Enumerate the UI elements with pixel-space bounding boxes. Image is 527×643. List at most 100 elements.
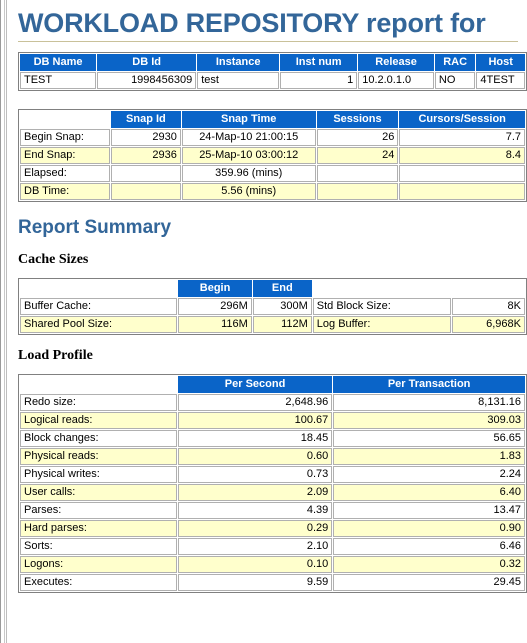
cell-row-label: Begin Snap: — [20, 129, 110, 146]
cell-metric-label: Physical writes: — [20, 466, 177, 483]
cell-cursors — [399, 165, 525, 182]
cell-metric-label: Logons: — [20, 556, 177, 573]
cell-per-transaction: 29.45 — [333, 574, 525, 591]
table-row: Shared Pool Size: 116M 112M Log Buffer: … — [20, 316, 525, 333]
cell-metric-label: Hard parses: — [20, 520, 177, 537]
cell-per-transaction: 8,131.16 — [333, 394, 525, 411]
cell-begin: 296M — [178, 298, 252, 315]
col-metric-label — [20, 376, 177, 393]
cell-secondary-value: 6,968K — [452, 316, 525, 333]
cell-instance: test — [197, 72, 280, 89]
col-instance: Instance — [197, 54, 280, 71]
cell-per-transaction: 0.32 — [333, 556, 525, 573]
cell-per-second: 0.10 — [177, 556, 333, 573]
col-snapshot-label — [20, 111, 110, 128]
col-rac: RAC — [434, 54, 476, 71]
col-release: Release — [358, 54, 434, 71]
table-row: End Snap: 2936 25-Map-10 03:00:12 24 8.4 — [20, 147, 525, 164]
cell-metric-label: Redo size: — [20, 394, 177, 411]
cell-sessions: 26 — [316, 129, 399, 146]
cell-metric-label: User calls: — [20, 484, 177, 501]
table-header-row: Snap Id Snap Time Sessions Cursors/Sessi… — [20, 111, 525, 128]
cell-cursors — [399, 183, 525, 200]
load-profile-heading: Load Profile — [18, 348, 93, 363]
cell-snap-time: 359.96 (mins) — [181, 165, 316, 182]
col-db-name: DB Name — [20, 54, 97, 71]
table-row: Parses: 4.39 13.47 — [20, 502, 525, 519]
col-snap-time: Snap Time — [181, 111, 316, 128]
table-row: DB Time: 5.56 (mins) — [20, 183, 525, 200]
table-row: Hard parses: 0.29 0.90 — [20, 520, 525, 537]
table-row: Executes: 9.59 29.45 — [20, 574, 525, 591]
cell-snap-time: 25-Map-10 03:00:12 — [181, 147, 316, 164]
cell-metric-label: Parses: — [20, 502, 177, 519]
cell-per-transaction: 56.65 — [333, 430, 525, 447]
col-end: End — [252, 280, 312, 297]
col-host: Host — [476, 54, 525, 71]
cell-metric-label: Block changes: — [20, 430, 177, 447]
cell-per-second: 9.59 — [177, 574, 333, 591]
cell-per-transaction: 6.40 — [333, 484, 525, 501]
cell-end: 300M — [252, 298, 312, 315]
cell-per-second: 4.39 — [177, 502, 333, 519]
cell-metric-label: Sorts: — [20, 538, 177, 555]
cell-metric-label: Executes: — [20, 574, 177, 591]
title-divider — [18, 41, 518, 42]
cell-per-second: 0.60 — [177, 448, 333, 465]
col-per-transaction: Per Transaction — [333, 376, 525, 393]
load-profile-body: Redo size: 2,648.96 8,131.16 Logical reads:… — [20, 394, 525, 591]
cell-cursors: 7.7 — [399, 129, 525, 146]
window-frame-left-edge — [0, 0, 1, 643]
cell-metric-label: Physical reads: — [20, 448, 177, 465]
cell-db-id: 1998456309 — [97, 72, 197, 89]
cell-row-label: End Snap: — [20, 147, 110, 164]
window-frame-inner-edge — [4, 0, 5, 643]
col-secondary-label — [312, 280, 452, 297]
cell-per-second: 18.45 — [177, 430, 333, 447]
col-secondary-value — [452, 280, 525, 297]
cell-snap-id — [110, 183, 181, 200]
cell-snap-id: 2930 — [110, 129, 181, 146]
report-page: WORKLOAD REPOSITORY report for DB Name D… — [9, 0, 527, 643]
cell-release: 10.2.0.1.0 — [358, 72, 434, 89]
cell-host: 4TEST — [476, 72, 525, 89]
cache-sizes-table: Begin End Buffer Cache: 296M 300M Std Bl… — [18, 278, 527, 335]
page-title: WORKLOAD REPOSITORY report for — [18, 8, 486, 38]
table-row: Logons: 0.10 0.32 — [20, 556, 525, 573]
load-profile-table: Per Second Per Transaction Redo size: 2,6… — [18, 374, 527, 593]
col-cursors-per-session: Cursors/Session — [399, 111, 525, 128]
table-row: Physical writes: 0.73 2.24 — [20, 466, 525, 483]
cell-per-second: 0.73 — [177, 466, 333, 483]
col-cache-label — [20, 280, 178, 297]
window-frame-inner-edge-2 — [6, 0, 7, 643]
cell-rac: NO — [434, 72, 476, 89]
cell-begin: 116M — [178, 316, 252, 333]
table-row: Redo size: 2,648.96 8,131.16 — [20, 394, 525, 411]
snapshot-info-table: Snap Id Snap Time Sessions Cursors/Sessi… — [18, 109, 527, 202]
table-row: Sorts: 2.10 6.46 — [20, 538, 525, 555]
cell-row-label: DB Time: — [20, 183, 110, 200]
cell-sessions — [316, 183, 399, 200]
cell-cursors: 8.4 — [399, 147, 525, 164]
table-row: Physical reads: 0.60 1.83 — [20, 448, 525, 465]
cell-cache-label: Buffer Cache: — [20, 298, 178, 315]
table-row: User calls: 2.09 6.40 — [20, 484, 525, 501]
table-header-row: Per Second Per Transaction — [20, 376, 525, 393]
cell-per-second: 100.67 — [177, 412, 333, 429]
table-row: Elapsed: 359.96 (mins) — [20, 165, 525, 182]
cache-sizes-heading: Cache Sizes — [18, 252, 89, 267]
cell-snap-time: 24-Map-10 21:00:15 — [181, 129, 316, 146]
cell-per-transaction: 0.90 — [333, 520, 525, 537]
database-info-table: DB Name DB Id Instance Inst num Release … — [18, 52, 527, 91]
cell-per-second: 2,648.96 — [177, 394, 333, 411]
col-sessions: Sessions — [316, 111, 399, 128]
cell-per-second: 2.10 — [177, 538, 333, 555]
cell-secondary-label: Std Block Size: — [312, 298, 452, 315]
cell-sessions: 24 — [316, 147, 399, 164]
col-per-second: Per Second — [177, 376, 333, 393]
cell-per-second: 2.09 — [177, 484, 333, 501]
cell-snap-time: 5.56 (mins) — [181, 183, 316, 200]
cell-per-transaction: 13.47 — [333, 502, 525, 519]
cell-per-transaction: 6.46 — [333, 538, 525, 555]
table-header-row: DB Name DB Id Instance Inst num Release … — [20, 54, 525, 71]
